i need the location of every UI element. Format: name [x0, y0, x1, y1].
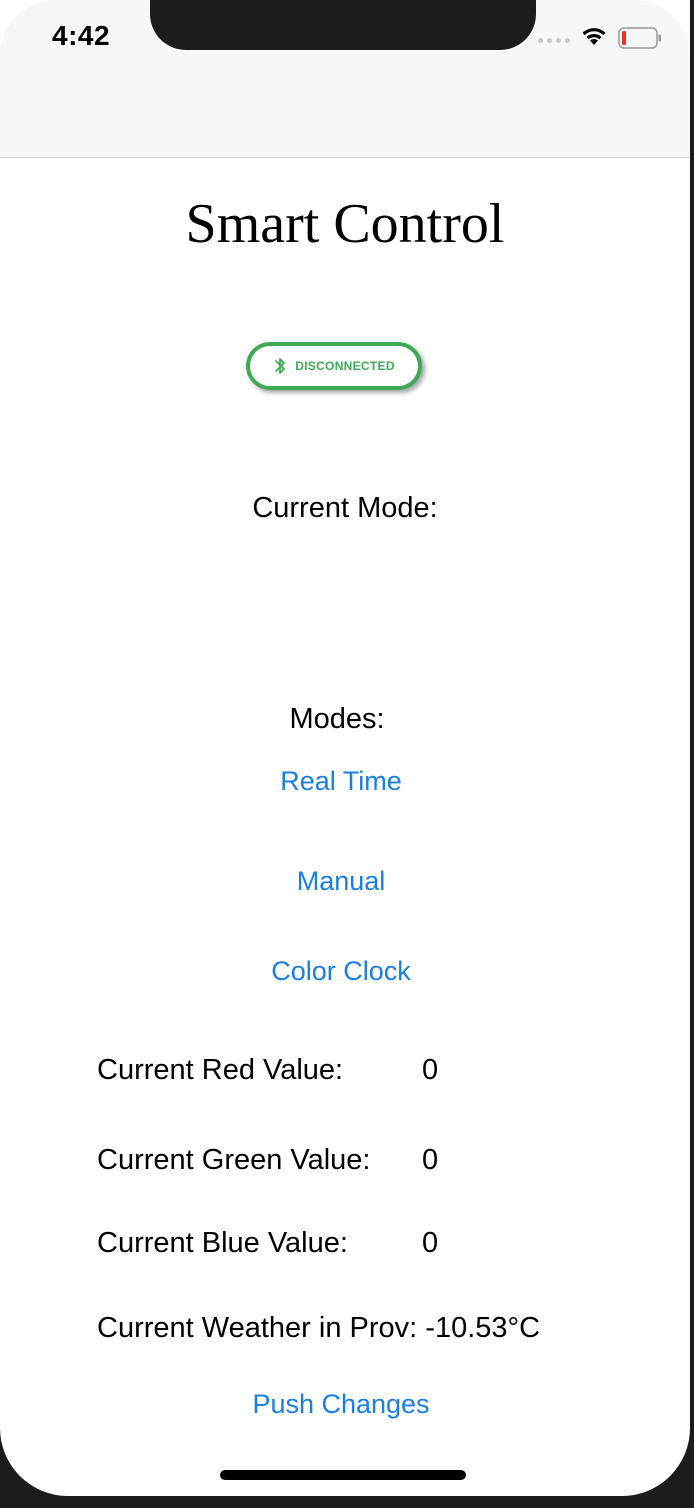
- connection-status-button[interactable]: DISCONNECTED: [246, 342, 422, 390]
- weather-row: Current Weather in Prov: -10.53°C: [97, 1312, 540, 1345]
- modes-label: Modes:: [289, 703, 385, 735]
- connection-status-label: DISCONNECTED: [295, 359, 395, 373]
- status-time: 4:42: [52, 20, 111, 51]
- weather-value: -10.53°C: [425, 1312, 541, 1344]
- device-notch: [150, 0, 536, 50]
- blue-value-label: Current Blue Value:: [97, 1227, 348, 1259]
- red-value: 0: [422, 1054, 439, 1086]
- app-screen: 4:42 Smart Control DISCONNECTED Current …: [0, 0, 690, 1496]
- green-value: 0: [422, 1144, 439, 1176]
- mode-real-time-button[interactable]: Real Time: [0, 766, 686, 797]
- home-indicator[interactable]: [220, 1470, 466, 1480]
- bluetooth-icon: [275, 358, 286, 374]
- push-changes-button[interactable]: Push Changes: [0, 1389, 686, 1420]
- green-value-label: Current Green Value:: [97, 1144, 371, 1176]
- weather-label: Current Weather in Prov:: [97, 1312, 418, 1344]
- page-title: Smart Control: [185, 193, 505, 255]
- mode-manual-button[interactable]: Manual: [0, 866, 686, 897]
- cellular-signal-icon: [538, 38, 570, 43]
- mode-color-clock-button[interactable]: Color Clock: [0, 956, 686, 987]
- blue-value: 0: [422, 1227, 439, 1259]
- current-mode-label: Current Mode:: [252, 492, 438, 524]
- wifi-icon: [582, 28, 606, 45]
- red-value-label: Current Red Value:: [97, 1054, 344, 1086]
- battery-low-icon: [618, 27, 661, 49]
